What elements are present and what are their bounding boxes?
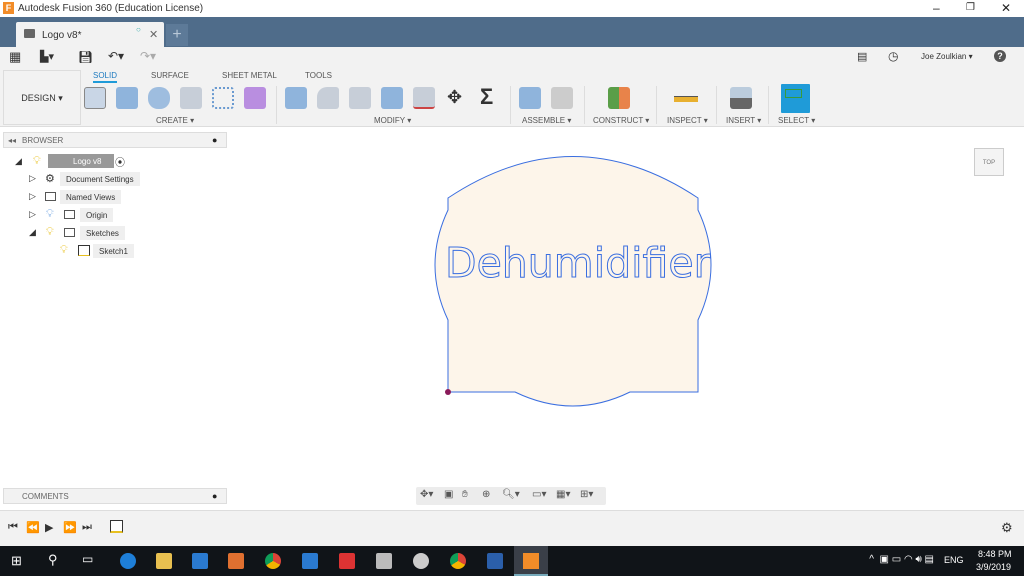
app-icon[interactable] bbox=[413, 553, 429, 569]
pan-hand-icon[interactable]: ✋︎ bbox=[462, 489, 468, 500]
word-icon[interactable] bbox=[487, 553, 503, 569]
add-comment-icon[interactable]: ● bbox=[212, 491, 217, 501]
timeline-sketch-icon[interactable] bbox=[110, 520, 123, 533]
windows-taskbar: ⊞ ⚲ ▭ ^ ▣ ▭ ◠ 🔊︎ ▤ ENG 8:48 PM 3/9/2019 bbox=[0, 546, 1024, 576]
clock-date[interactable]: 3/9/2019 bbox=[976, 562, 1011, 572]
step-forward-icon[interactable]: ⏩ bbox=[63, 521, 77, 534]
chrome-icon[interactable] bbox=[265, 553, 281, 569]
media-app-icon[interactable] bbox=[228, 553, 244, 569]
comments-title: COMMENTS bbox=[22, 492, 69, 501]
fit-icon[interactable]: 🔍︎▾ bbox=[502, 489, 520, 500]
edge-icon[interactable] bbox=[120, 553, 136, 569]
viewports-icon[interactable]: ⊞▾ bbox=[580, 489, 593, 500]
timeline: ⏮ ⏪ ▶ ⏩ ⏭ ⚙ bbox=[0, 510, 1024, 546]
grid-icon[interactable]: ▦▾ bbox=[556, 489, 570, 500]
mail-app-icon[interactable] bbox=[192, 553, 208, 569]
play-icon[interactable]: ▶ bbox=[45, 521, 53, 534]
timeline-settings-gear-icon[interactable]: ⚙ bbox=[1001, 520, 1013, 536]
search-icon[interactable]: ⚲ bbox=[48, 552, 58, 568]
sketch-origin-point[interactable] bbox=[445, 389, 451, 395]
viewcube[interactable]: TOP bbox=[974, 148, 1004, 176]
fusion-taskbar-button[interactable] bbox=[514, 546, 548, 576]
zoom-icon[interactable]: ⊕ bbox=[482, 489, 490, 500]
step-back-icon[interactable]: ⏪ bbox=[26, 521, 40, 534]
app-icon[interactable] bbox=[339, 553, 355, 569]
look-at-icon[interactable]: ▣ bbox=[444, 489, 453, 500]
fusion-icon bbox=[523, 553, 539, 569]
chrome-icon[interactable] bbox=[450, 553, 466, 569]
orbit-icon[interactable]: ✥▾ bbox=[420, 489, 433, 500]
sketch-text[interactable]: Dehumidifier bbox=[444, 239, 710, 288]
file-explorer-icon[interactable] bbox=[156, 553, 172, 569]
comments-panel-header[interactable]: COMMENTS ● bbox=[3, 488, 227, 504]
display-settings-icon[interactable]: ▭▾ bbox=[532, 489, 546, 500]
app-icon[interactable] bbox=[302, 553, 318, 569]
navigation-bar: ✥▾ ▣ ✋︎ ⊕ 🔍︎▾ ▭▾ ▦▾ ⊞▾ bbox=[416, 487, 606, 505]
go-to-end-icon[interactable]: ⏭ bbox=[82, 521, 92, 534]
calculator-icon[interactable] bbox=[376, 553, 392, 569]
tray-icons[interactable]: ^ ▣ ▭ ◠ 🔊︎ ▤ bbox=[869, 554, 934, 565]
windows-start-icon[interactable]: ⊞ bbox=[11, 553, 22, 569]
language-indicator[interactable]: ENG bbox=[944, 555, 964, 565]
clock-time[interactable]: 8:48 PM bbox=[978, 549, 1012, 559]
task-view-icon[interactable]: ▭ bbox=[82, 552, 93, 566]
go-to-start-icon[interactable]: ⏮ bbox=[8, 521, 18, 534]
